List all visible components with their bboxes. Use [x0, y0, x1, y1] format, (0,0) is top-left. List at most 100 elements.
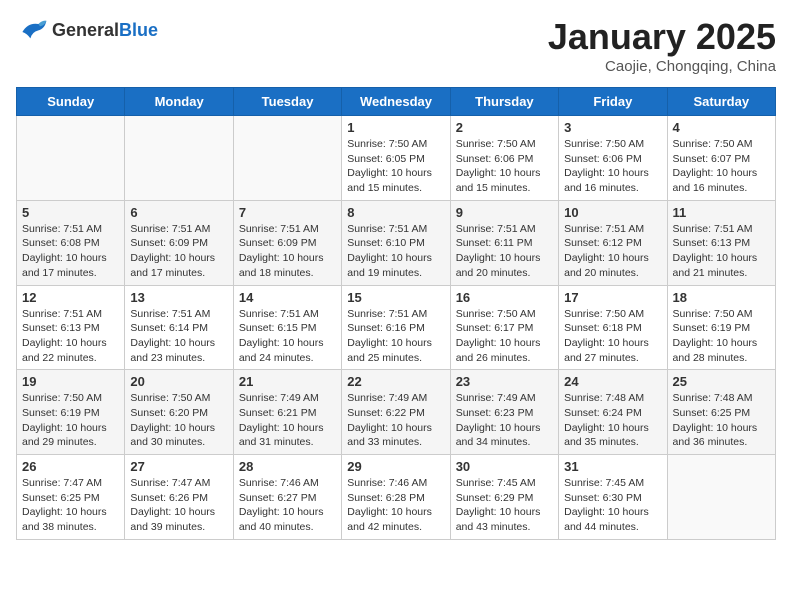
weekday-header-saturday: Saturday	[667, 88, 775, 116]
week-row-2: 5 Sunrise: 7:51 AM Sunset: 6:08 PM Daylig…	[17, 200, 776, 285]
day-number: 14	[239, 290, 336, 305]
weekday-header-monday: Monday	[125, 88, 233, 116]
week-row-1: 1Sunrise: 7:50 AM Sunset: 6:05 PM Daylig…	[17, 116, 776, 201]
day-number: 25	[673, 374, 770, 389]
day-cell: 25Sunrise: 7:48 AM Sunset: 6:25 PM Dayli…	[667, 370, 775, 455]
day-info: Sunrise: 7:51 AM Sunset: 6:12 PM Dayligh…	[564, 222, 661, 281]
day-cell: 29Sunrise: 7:46 AM Sunset: 6:28 PM Dayli…	[342, 455, 450, 540]
day-number: 3	[564, 120, 661, 135]
week-row-3: 12 Sunrise: 7:51 AM Sunset: 6:13 PM Dayli…	[17, 285, 776, 370]
logo: GeneralBlue	[16, 16, 158, 44]
day-cell: 12 Sunrise: 7:51 AM Sunset: 6:13 PM Dayli…	[17, 285, 125, 370]
day-info: Sunrise: 7:47 AM Sunset: 6:25 PM Dayligh…	[22, 476, 119, 535]
day-info: Sunrise: 7:51 AM Sunset: 6:15 PM Dayligh…	[239, 307, 336, 366]
day-number: 18	[673, 290, 770, 305]
day-number: 9	[456, 205, 553, 220]
weekday-header-friday: Friday	[559, 88, 667, 116]
day-info: Sunrise: 7:51 AM Sunset: 6:14 PM Dayligh…	[130, 307, 227, 366]
day-info: Sunrise: 7:51 AM Sunset: 6:13 PM Dayligh…	[673, 222, 770, 281]
day-info: Sunrise: 7:49 AM Sunset: 6:23 PM Dayligh…	[456, 391, 553, 450]
day-info: Sunrise: 7:51 AM Sunset: 6:13 PM Dayligh…	[22, 307, 119, 366]
day-number: 8	[347, 205, 444, 220]
day-number: 20	[130, 374, 227, 389]
day-cell: 19Sunrise: 7:50 AM Sunset: 6:19 PM Dayli…	[17, 370, 125, 455]
day-cell: 22 Sunrise: 7:49 AM Sunset: 6:22 PM Dayli…	[342, 370, 450, 455]
day-cell: 5 Sunrise: 7:51 AM Sunset: 6:08 PM Daylig…	[17, 200, 125, 285]
day-number: 1	[347, 120, 444, 135]
day-number: 21	[239, 374, 336, 389]
day-number: 15	[347, 290, 444, 305]
day-number: 22	[347, 374, 444, 389]
day-cell	[17, 116, 125, 201]
week-row-5: 26 Sunrise: 7:47 AM Sunset: 6:25 PM Dayli…	[17, 455, 776, 540]
day-info: Sunrise: 7:51 AM Sunset: 6:11 PM Dayligh…	[456, 222, 553, 281]
day-cell: 20 Sunrise: 7:50 AM Sunset: 6:20 PM Dayli…	[125, 370, 233, 455]
day-info: Sunrise: 7:49 AM Sunset: 6:22 PM Dayligh…	[347, 391, 444, 450]
day-info: Sunrise: 7:46 AM Sunset: 6:27 PM Dayligh…	[239, 476, 336, 535]
day-cell: 18 Sunrise: 7:50 AM Sunset: 6:19 PM Dayli…	[667, 285, 775, 370]
weekday-header-thursday: Thursday	[450, 88, 558, 116]
day-cell: 11 Sunrise: 7:51 AM Sunset: 6:13 PM Dayli…	[667, 200, 775, 285]
day-number: 30	[456, 459, 553, 474]
day-number: 12	[22, 290, 119, 305]
day-info: Sunrise: 7:50 AM Sunset: 6:17 PM Dayligh…	[456, 307, 553, 366]
day-info: Sunrise: 7:50 AM Sunset: 6:18 PM Dayligh…	[564, 307, 661, 366]
day-info: Sunrise: 7:51 AM Sunset: 6:08 PM Dayligh…	[22, 222, 119, 281]
calendar-subtitle: Caojie, Chongqing, China	[548, 58, 776, 75]
day-cell: 16 Sunrise: 7:50 AM Sunset: 6:17 PM Dayli…	[450, 285, 558, 370]
day-number: 27	[130, 459, 227, 474]
day-cell	[233, 116, 341, 201]
day-number: 2	[456, 120, 553, 135]
day-number: 7	[239, 205, 336, 220]
day-number: 16	[456, 290, 553, 305]
day-info: Sunrise: 7:51 AM Sunset: 6:10 PM Dayligh…	[347, 222, 444, 281]
day-cell: 7Sunrise: 7:51 AM Sunset: 6:09 PM Daylig…	[233, 200, 341, 285]
calendar-title: January 2025	[548, 16, 776, 58]
day-cell: 23Sunrise: 7:49 AM Sunset: 6:23 PM Dayli…	[450, 370, 558, 455]
day-info: Sunrise: 7:46 AM Sunset: 6:28 PM Dayligh…	[347, 476, 444, 535]
day-cell: 27 Sunrise: 7:47 AM Sunset: 6:26 PM Dayli…	[125, 455, 233, 540]
logo-text-blue: Blue	[119, 20, 158, 40]
day-cell	[125, 116, 233, 201]
day-number: 24	[564, 374, 661, 389]
weekday-header-wednesday: Wednesday	[342, 88, 450, 116]
day-cell: 10 Sunrise: 7:51 AM Sunset: 6:12 PM Dayli…	[559, 200, 667, 285]
day-number: 26	[22, 459, 119, 474]
day-cell: 8 Sunrise: 7:51 AM Sunset: 6:10 PM Daylig…	[342, 200, 450, 285]
week-row-4: 19Sunrise: 7:50 AM Sunset: 6:19 PM Dayli…	[17, 370, 776, 455]
logo-bird-icon	[16, 16, 48, 44]
day-number: 19	[22, 374, 119, 389]
day-cell: 1Sunrise: 7:50 AM Sunset: 6:05 PM Daylig…	[342, 116, 450, 201]
weekday-header-tuesday: Tuesday	[233, 88, 341, 116]
day-info: Sunrise: 7:50 AM Sunset: 6:07 PM Dayligh…	[673, 137, 770, 196]
day-number: 17	[564, 290, 661, 305]
day-cell: 26 Sunrise: 7:47 AM Sunset: 6:25 PM Dayli…	[17, 455, 125, 540]
day-cell: 2 Sunrise: 7:50 AM Sunset: 6:06 PM Daylig…	[450, 116, 558, 201]
logo-text-general: General	[52, 20, 119, 40]
day-number: 31	[564, 459, 661, 474]
day-cell: 17 Sunrise: 7:50 AM Sunset: 6:18 PM Dayli…	[559, 285, 667, 370]
day-number: 11	[673, 205, 770, 220]
day-cell: 14 Sunrise: 7:51 AM Sunset: 6:15 PM Dayli…	[233, 285, 341, 370]
day-cell: 9 Sunrise: 7:51 AM Sunset: 6:11 PM Daylig…	[450, 200, 558, 285]
day-number: 6	[130, 205, 227, 220]
day-cell: 6 Sunrise: 7:51 AM Sunset: 6:09 PM Daylig…	[125, 200, 233, 285]
day-cell: 30 Sunrise: 7:45 AM Sunset: 6:29 PM Dayli…	[450, 455, 558, 540]
day-info: Sunrise: 7:51 AM Sunset: 6:09 PM Dayligh…	[130, 222, 227, 281]
day-info: Sunrise: 7:50 AM Sunset: 6:06 PM Dayligh…	[564, 137, 661, 196]
weekday-header-sunday: Sunday	[17, 88, 125, 116]
day-cell: 31Sunrise: 7:45 AM Sunset: 6:30 PM Dayli…	[559, 455, 667, 540]
day-info: Sunrise: 7:50 AM Sunset: 6:20 PM Dayligh…	[130, 391, 227, 450]
page-header: GeneralBlue January 2025 Caojie, Chongqi…	[16, 16, 776, 75]
day-cell: 4Sunrise: 7:50 AM Sunset: 6:07 PM Daylig…	[667, 116, 775, 201]
day-cell: 13Sunrise: 7:51 AM Sunset: 6:14 PM Dayli…	[125, 285, 233, 370]
weekday-header-row: SundayMondayTuesdayWednesdayThursdayFrid…	[17, 88, 776, 116]
day-info: Sunrise: 7:50 AM Sunset: 6:19 PM Dayligh…	[673, 307, 770, 366]
day-cell: 28Sunrise: 7:46 AM Sunset: 6:27 PM Dayli…	[233, 455, 341, 540]
day-number: 10	[564, 205, 661, 220]
day-number: 5	[22, 205, 119, 220]
day-info: Sunrise: 7:47 AM Sunset: 6:26 PM Dayligh…	[130, 476, 227, 535]
day-info: Sunrise: 7:45 AM Sunset: 6:29 PM Dayligh…	[456, 476, 553, 535]
day-info: Sunrise: 7:51 AM Sunset: 6:16 PM Dayligh…	[347, 307, 444, 366]
day-info: Sunrise: 7:50 AM Sunset: 6:06 PM Dayligh…	[456, 137, 553, 196]
